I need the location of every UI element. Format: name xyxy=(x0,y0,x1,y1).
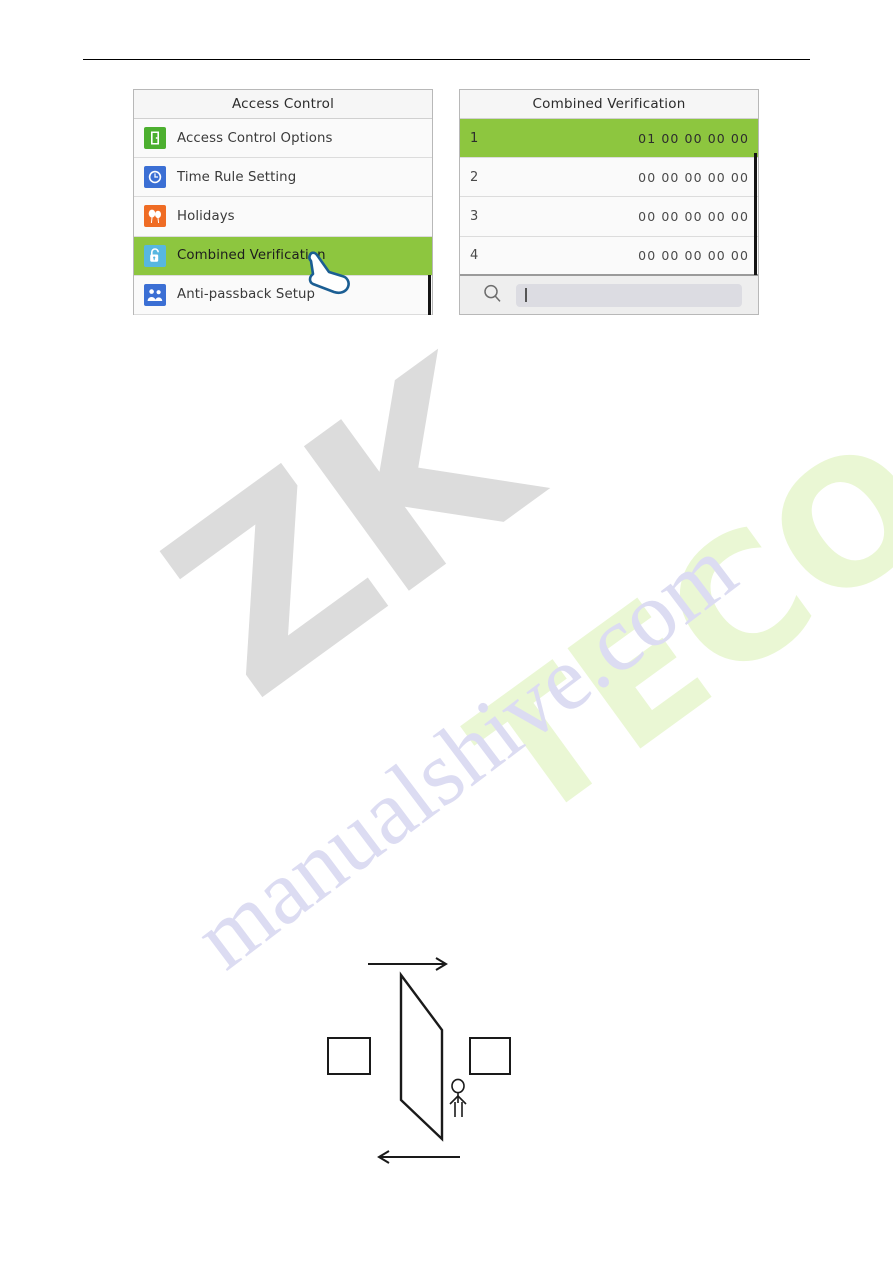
table-row[interactable]: 4 00 00 00 00 00 xyxy=(460,236,758,276)
two-people-icon xyxy=(144,283,166,306)
row-index: 2 xyxy=(470,169,479,185)
scrollbar-right[interactable] xyxy=(754,153,757,275)
sidebar-item-label: Holidays xyxy=(177,208,235,224)
watermark-site: manualshive.com xyxy=(176,517,754,989)
text-caret xyxy=(525,288,527,302)
sidebar-item-holidays[interactable]: Holidays xyxy=(134,197,432,237)
magnifier-icon xyxy=(482,283,503,307)
page-title-right: Combined Verification xyxy=(460,90,758,119)
search-bar xyxy=(460,274,758,314)
sidebar-item-anti-passback-setup[interactable]: Anti-passback Setup xyxy=(134,275,432,315)
combined-verification-list: 1 01 00 00 00 00 2 00 00 00 00 00 3 00 0… xyxy=(460,119,758,276)
row-index: 4 xyxy=(470,248,479,264)
table-row[interactable]: 1 01 00 00 00 00 xyxy=(460,119,758,159)
sidebar-item-combined-verification[interactable]: Combined Verification xyxy=(134,236,432,276)
reader-box-left xyxy=(327,1037,371,1075)
row-index: 3 xyxy=(470,208,479,224)
reader-box-right xyxy=(469,1037,511,1075)
door-icon xyxy=(144,127,166,150)
stick-figure-person xyxy=(449,1078,467,1117)
row-value: 00 00 00 00 00 xyxy=(638,169,749,185)
watermark-brand-mark: ZK xyxy=(120,313,572,751)
search-input[interactable] xyxy=(516,283,742,307)
row-value: 01 00 00 00 00 xyxy=(638,130,749,146)
sidebar-item-label: Anti-passback Setup xyxy=(177,287,316,303)
watermark-brand-word: TECO xyxy=(440,400,893,861)
access-control-menu-list: Access Control Options Time Rule Setting xyxy=(134,119,432,315)
arrow-right-icon xyxy=(368,957,448,971)
sidebar-item-access-control-options[interactable]: Access Control Options xyxy=(134,119,432,159)
combined-verification-screen: Combined Verification 1 01 00 00 00 00 2… xyxy=(459,89,759,315)
row-index: 1 xyxy=(470,130,479,146)
arrow-left-icon xyxy=(377,1150,460,1164)
table-row[interactable]: 3 00 00 00 00 00 xyxy=(460,197,758,237)
hand-pointer-cursor xyxy=(308,251,350,295)
page-title-left: Access Control xyxy=(134,90,432,119)
unlocked-lock-icon xyxy=(144,244,166,267)
clock-icon xyxy=(144,166,166,189)
row-value: 00 00 00 00 00 xyxy=(638,208,749,224)
sidebar-item-label: Access Control Options xyxy=(177,130,333,146)
anti-passback-door-diagram xyxy=(327,957,511,1164)
door-parallelogram xyxy=(399,971,444,1142)
table-row[interactable]: 2 00 00 00 00 00 xyxy=(460,158,758,198)
row-value: 00 00 00 00 00 xyxy=(638,248,749,264)
access-control-menu-screen: Access Control Access Control Options Ti… xyxy=(133,89,433,315)
page-header-rule xyxy=(83,59,810,60)
scrollbar-left[interactable] xyxy=(428,275,431,315)
balloons-icon xyxy=(144,205,166,228)
sidebar-item-time-rule-setting[interactable]: Time Rule Setting xyxy=(134,158,432,198)
sidebar-item-label: Time Rule Setting xyxy=(177,169,297,185)
